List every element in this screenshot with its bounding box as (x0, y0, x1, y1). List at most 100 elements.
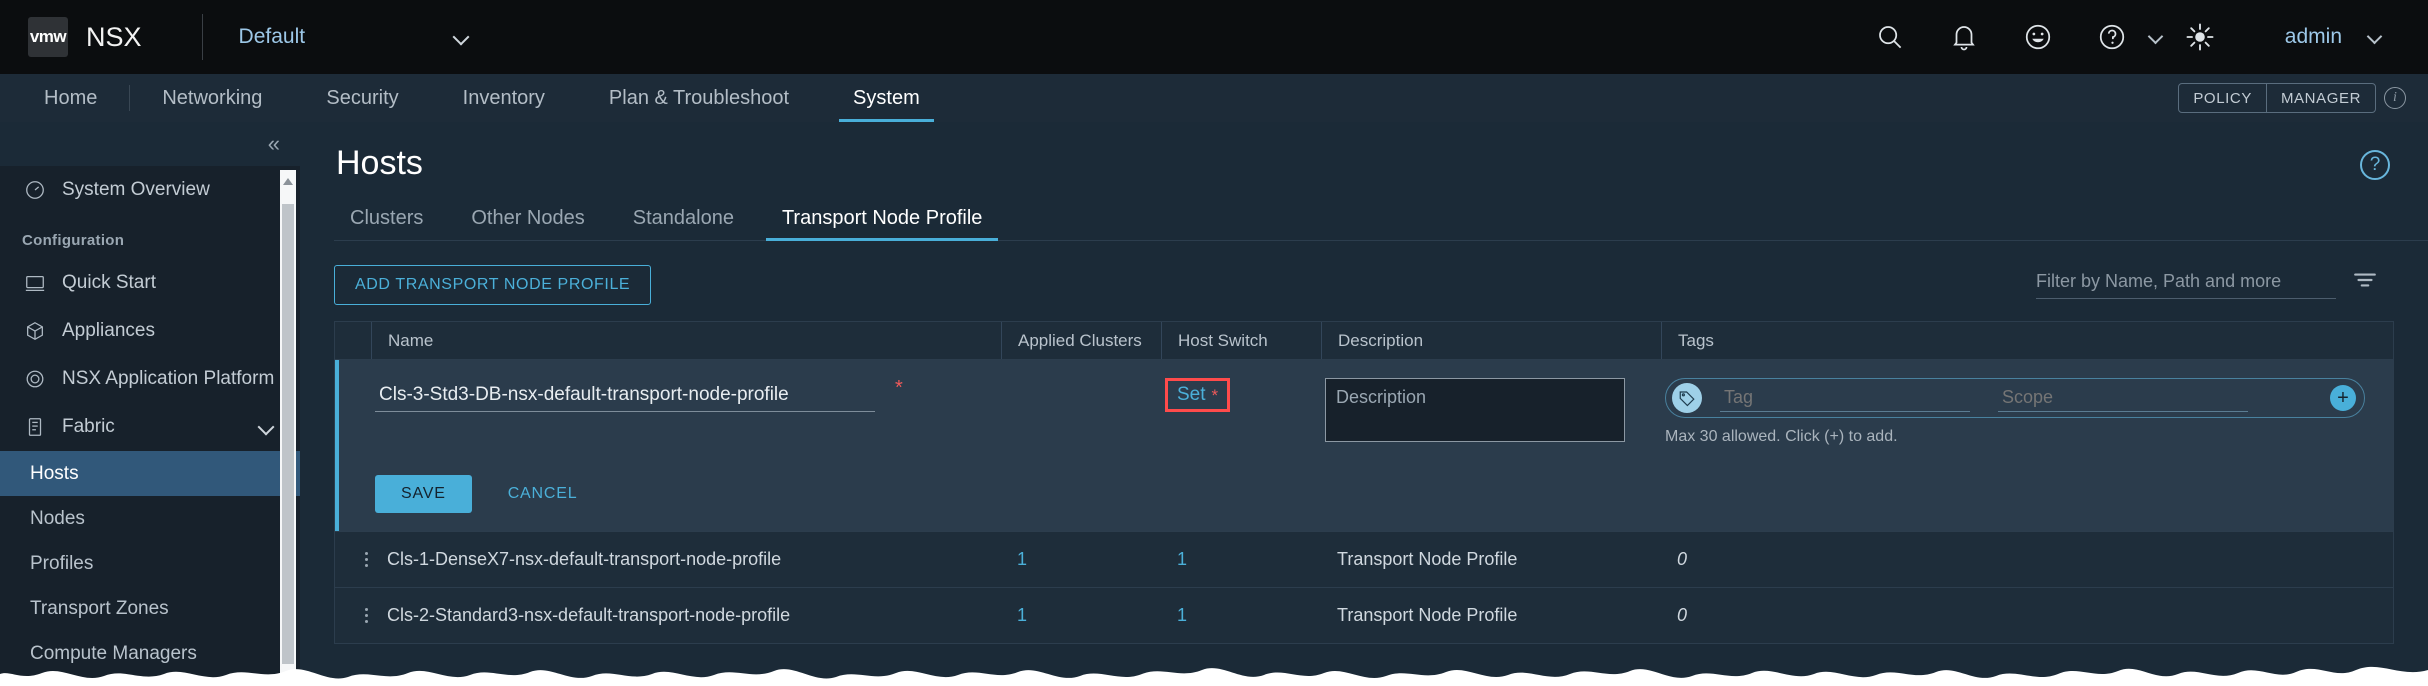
tab-bar: Clusters Other Nodes Standalone Transpor… (334, 199, 2428, 241)
column-header-name[interactable]: Name (371, 322, 1001, 359)
filter-icon[interactable] (2352, 267, 2378, 298)
applied-clusters-cell (1005, 360, 1165, 447)
scrollbar-thumb[interactable] (282, 204, 294, 664)
sidebar-scrollbar[interactable] (280, 170, 296, 682)
nav-item-security[interactable]: Security (302, 74, 422, 122)
sidebar-header: « (0, 122, 300, 166)
monitor-icon (22, 270, 48, 296)
sidebar-group-configuration: Configuration (22, 232, 125, 249)
primary-nav: Home Networking Security Inventory Plan … (0, 74, 2428, 122)
sidebar-item-transport-zones[interactable]: Transport Zones (0, 586, 300, 631)
add-tag-button[interactable]: + (2330, 385, 2356, 411)
filter-input[interactable] (2036, 265, 2336, 299)
column-header-description[interactable]: Description (1321, 322, 1661, 359)
row-description: Transport Node Profile (1337, 549, 1518, 569)
sidebar-item-profiles[interactable]: Profiles (0, 541, 300, 586)
sidebar-item-nodes[interactable]: Nodes (0, 496, 300, 541)
sidebar-item-label: System Overview (62, 179, 210, 200)
row-applied-clusters: 1 (1001, 588, 1161, 643)
platform-icon (22, 366, 48, 392)
row-applied-clusters: 1 (1001, 532, 1161, 587)
help-icon[interactable] (2075, 0, 2149, 74)
tab-standalone[interactable]: Standalone (617, 207, 750, 240)
inline-edit-actions: SAVE CANCEL (335, 455, 2393, 531)
applied-clusters-link[interactable]: 1 (1017, 549, 1027, 570)
row-menu-icon[interactable] (351, 552, 368, 567)
tenant-label: Default (238, 25, 306, 48)
dashboard-icon (22, 177, 48, 203)
filter-group (2036, 265, 2378, 299)
column-header-host-switch[interactable]: Host Switch (1161, 322, 1321, 359)
column-header-tags[interactable]: Tags (1661, 322, 2393, 359)
nav-separator (129, 85, 131, 111)
profile-name-input[interactable] (375, 378, 875, 412)
nav-item-inventory[interactable]: Inventory (439, 74, 569, 122)
scope-input[interactable] (1998, 384, 2248, 412)
table-row[interactable]: Cls-2-Standard3-nsx-default-transport-no… (335, 587, 2393, 643)
sidebar-item-nsx-application-platform[interactable]: NSX Application Platform (0, 355, 300, 403)
sidebar-item-label: Fabric (62, 416, 115, 437)
header-divider (201, 14, 203, 60)
host-switch-link[interactable]: 1 (1177, 605, 1187, 626)
host-switch-highlight-box: Set * (1165, 378, 1231, 412)
row-name[interactable]: Cls-2-Standard3-nsx-default-transport-no… (371, 588, 1001, 643)
edit-row-handle (339, 360, 375, 447)
cancel-button[interactable]: CANCEL (508, 485, 578, 503)
smiley-icon[interactable] (2001, 0, 2075, 74)
nav-item-plan-troubleshoot[interactable]: Plan & Troubleshoot (585, 74, 813, 122)
sidebar-item-compute-managers[interactable]: Compute Managers (0, 631, 300, 676)
row-host-switch: 1 (1161, 588, 1321, 643)
cube-icon (22, 318, 48, 344)
sidebar-item-label: NSX Application Platform (62, 368, 275, 389)
rack-icon (22, 414, 48, 440)
header-icon-group: admin (1853, 0, 2428, 74)
set-host-switch-link[interactable]: Set (1177, 384, 1206, 406)
table-row[interactable]: Cls-1-DenseX7-nsx-default-transport-node… (335, 531, 2393, 587)
table-header-row: Name Applied Clusters Host Switch Descri… (335, 322, 2393, 360)
brand[interactable]: vmw NSX (0, 17, 142, 57)
chevron-down-icon (453, 29, 469, 45)
host-switch-cell: Set * (1165, 360, 1325, 447)
sidebar-item-hosts[interactable]: Hosts (0, 451, 300, 496)
add-transport-node-profile-button[interactable]: ADD TRANSPORT NODE PROFILE (334, 265, 652, 305)
user-name: admin (2284, 25, 2342, 48)
nav-item-home[interactable]: Home (20, 74, 121, 122)
user-menu[interactable]: admin (2237, 25, 2408, 49)
host-switch-link[interactable]: 1 (1177, 549, 1187, 570)
description-textarea[interactable] (1325, 378, 1625, 442)
applied-clusters-link[interactable]: 1 (1017, 605, 1027, 626)
row-menu-icon[interactable] (351, 608, 368, 623)
bell-icon[interactable] (1927, 0, 2001, 74)
sidebar-item-system-overview[interactable]: System Overview (0, 166, 300, 214)
help-menu[interactable] (2075, 0, 2163, 74)
tab-clusters[interactable]: Clusters (334, 207, 439, 240)
sidebar-item-appliances[interactable]: Appliances (0, 307, 300, 355)
tab-transport-node-profile[interactable]: Transport Node Profile (765, 207, 999, 241)
sidebar-item-label: Appliances (62, 320, 155, 341)
main-content: Hosts ? Clusters Other Nodes Standalone … (300, 122, 2428, 686)
row-tags: 0 (1661, 588, 2393, 643)
inline-edit-row: * Set * (335, 360, 2393, 531)
manager-mode-button[interactable]: MANAGER (2265, 84, 2375, 112)
tab-other-nodes[interactable]: Other Nodes (455, 207, 600, 240)
nav-item-networking[interactable]: Networking (138, 74, 286, 122)
policy-mode-button[interactable]: POLICY (2179, 84, 2266, 112)
tag-input[interactable] (1720, 384, 1970, 412)
nav-item-system[interactable]: System (829, 74, 944, 122)
collapse-sidebar-icon[interactable]: « (264, 129, 284, 159)
save-button[interactable]: SAVE (375, 475, 472, 513)
chevron-down-icon (2368, 30, 2382, 44)
vmware-logo: vmw (28, 17, 68, 57)
sidebar-item-fabric[interactable]: Fabric (0, 403, 300, 451)
scroll-up-arrow-icon[interactable] (283, 178, 293, 185)
row-name[interactable]: Cls-1-DenseX7-nsx-default-transport-node… (371, 532, 1001, 587)
sidebar-item-quick-start[interactable]: Quick Start (0, 259, 300, 307)
table-toolbar: ADD TRANSPORT NODE PROFILE (334, 263, 2428, 307)
search-icon[interactable] (1853, 0, 1927, 74)
row-host-switch: 1 (1161, 532, 1321, 587)
tenant-selector[interactable]: Default (239, 25, 469, 49)
page-help-icon[interactable]: ? (2360, 150, 2390, 180)
brightness-icon[interactable] (2163, 0, 2237, 74)
info-icon[interactable]: i (2384, 87, 2406, 109)
column-header-applied-clusters[interactable]: Applied Clusters (1001, 322, 1161, 359)
